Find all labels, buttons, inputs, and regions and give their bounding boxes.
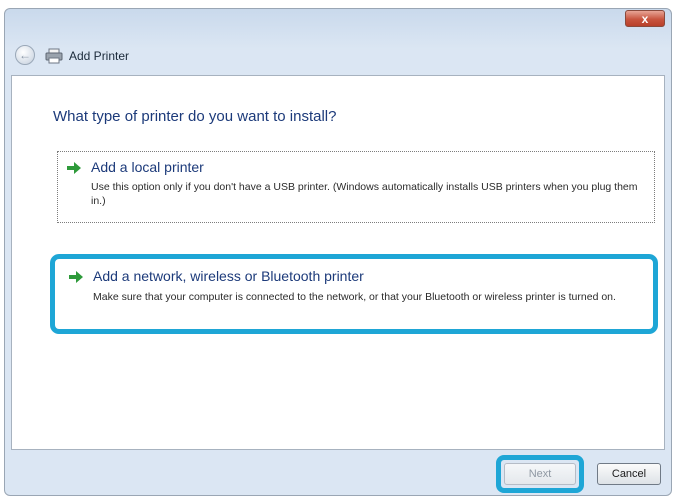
- add-network-printer-option[interactable]: Add a network, wireless or Bluetooth pri…: [50, 254, 658, 334]
- close-icon: x: [641, 12, 649, 26]
- option-title: Add a local printer: [91, 159, 204, 175]
- back-button[interactable]: ←: [15, 45, 35, 65]
- page-heading: What type of printer do you want to inst…: [53, 108, 337, 125]
- green-arrow-icon: [69, 271, 83, 283]
- window-title: Add Printer: [69, 49, 130, 63]
- wizard-content: What type of printer do you want to inst…: [11, 75, 665, 450]
- next-button-highlight: Next: [496, 455, 584, 493]
- green-arrow-icon: [67, 162, 81, 174]
- next-button[interactable]: Next: [504, 463, 576, 485]
- add-local-printer-option[interactable]: Add a local printer Use this option only…: [57, 151, 655, 223]
- back-arrow-icon: ←: [19, 48, 31, 62]
- option-description: Use this option only if you don't have a…: [91, 181, 638, 207]
- printer-icon: [45, 48, 63, 64]
- close-button[interactable]: x: [625, 10, 665, 27]
- option-description: Make sure that your computer is connecte…: [93, 291, 616, 303]
- add-printer-window: x ← Add Printer What type of printer do …: [4, 8, 672, 496]
- option-title: Add a network, wireless or Bluetooth pri…: [93, 268, 364, 284]
- title-bar: ← Add Printer: [15, 45, 415, 69]
- cancel-button[interactable]: Cancel: [597, 463, 661, 485]
